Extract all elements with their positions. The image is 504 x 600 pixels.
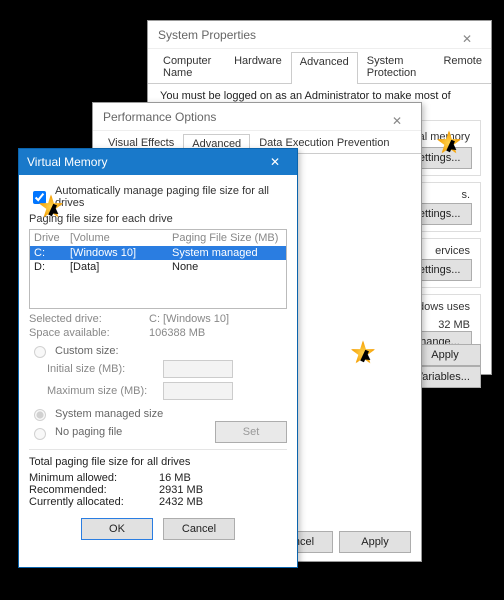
auto-manage-input[interactable] [33, 191, 46, 204]
min-label: Minimum allowed: [29, 472, 159, 484]
set-button[interactable]: Set [215, 421, 287, 443]
vmem-titlebar[interactable]: Virtual Memory ✕ [19, 149, 297, 175]
virtual-memory-window: Virtual Memory ✕ Automatically manage pa… [18, 148, 298, 568]
rec-value: 2931 MB [159, 484, 203, 496]
tab-remote[interactable]: Remote [434, 51, 491, 83]
perfops-apply-button[interactable]: Apply [339, 531, 411, 553]
selected-drive-label: Selected drive: [29, 313, 149, 325]
close-icon[interactable]: ✕ [379, 107, 415, 127]
drive-list-header: Drive [Volume Paging File Size (MB) [30, 230, 286, 246]
space-available-value: 106388 MB [149, 327, 205, 339]
startup-desc-fragment: ervices [435, 245, 470, 257]
no-paging-input[interactable] [34, 428, 46, 440]
drive-row-c[interactable]: C: [Windows 10] System managed [30, 246, 286, 260]
tab-system-protection[interactable]: System Protection [358, 51, 435, 83]
space-available-label: Space available: [29, 327, 149, 339]
close-icon[interactable]: ✕ [261, 155, 289, 169]
perfops-title: Performance Options [103, 110, 216, 124]
max-size-field[interactable] [163, 382, 233, 400]
row-d-volume: [Data] [70, 261, 172, 273]
close-icon[interactable]: ✕ [449, 25, 485, 45]
no-paging-label: No paging file [55, 426, 122, 438]
row-c-volume: [Windows 10] [70, 247, 172, 259]
paging-size-head: Paging file size for each drive [29, 213, 287, 225]
totals-head: Total paging file size for all drives [29, 456, 287, 468]
tab-advanced[interactable]: Advanced [291, 52, 358, 84]
system-managed-radio[interactable]: System managed size [29, 406, 297, 421]
auto-manage-label: Automatically manage paging file size fo… [55, 185, 287, 209]
vmem-ok-button[interactable]: OK [81, 518, 153, 540]
vmem-title: Virtual Memory [27, 155, 107, 169]
tab-hardware[interactable]: Hardware [225, 51, 291, 83]
vmem-dialog-buttons: OK Cancel [19, 518, 297, 540]
cur-label: Currently allocated: [29, 496, 159, 508]
divider [29, 449, 287, 450]
custom-size-label: Custom size: [55, 345, 119, 357]
initial-size-field[interactable] [163, 360, 233, 378]
vm-size-fragment: 32 MB [438, 319, 470, 331]
row-d-pfs: None [172, 261, 282, 273]
row-c-pfs: System managed [172, 247, 282, 259]
hdr-pfs: Paging File Size (MB) [172, 232, 282, 244]
drive-list[interactable]: Drive [Volume Paging File Size (MB) C: [… [29, 229, 287, 309]
custom-size-radio[interactable]: Custom size: [29, 343, 297, 358]
system-managed-label: System managed size [55, 408, 163, 420]
auto-manage-checkbox[interactable]: Automatically manage paging file size fo… [29, 185, 287, 209]
sysprops-titlebar[interactable]: System Properties ✕ [148, 21, 491, 49]
initial-size-label: Initial size (MB): [47, 363, 157, 375]
system-managed-input[interactable] [34, 409, 46, 421]
sysprops-tabs: Computer Name Hardware Advanced System P… [148, 51, 491, 84]
sysprops-title: System Properties [158, 28, 256, 42]
tab-computer-name[interactable]: Computer Name [154, 51, 225, 83]
rec-label: Recommended: [29, 484, 159, 496]
selected-drive-value: C: [Windows 10] [149, 313, 229, 325]
row-c-drive: C: [34, 247, 70, 259]
cur-value: 2432 MB [159, 496, 203, 508]
hdr-volume: [Volume [70, 232, 172, 244]
hdr-drive: Drive [34, 232, 70, 244]
custom-size-input[interactable] [34, 346, 46, 358]
drive-row-d[interactable]: D: [Data] None [30, 260, 286, 274]
no-paging-radio[interactable]: No paging file [29, 425, 215, 440]
min-value: 16 MB [159, 472, 191, 484]
vmem-cancel-button[interactable]: Cancel [163, 518, 235, 540]
max-size-label: Maximum size (MB): [47, 385, 157, 397]
userprofiles-desc-fragment: s. [461, 189, 470, 201]
perfops-titlebar[interactable]: Performance Options ✕ [93, 103, 421, 131]
row-d-drive: D: [34, 261, 70, 273]
